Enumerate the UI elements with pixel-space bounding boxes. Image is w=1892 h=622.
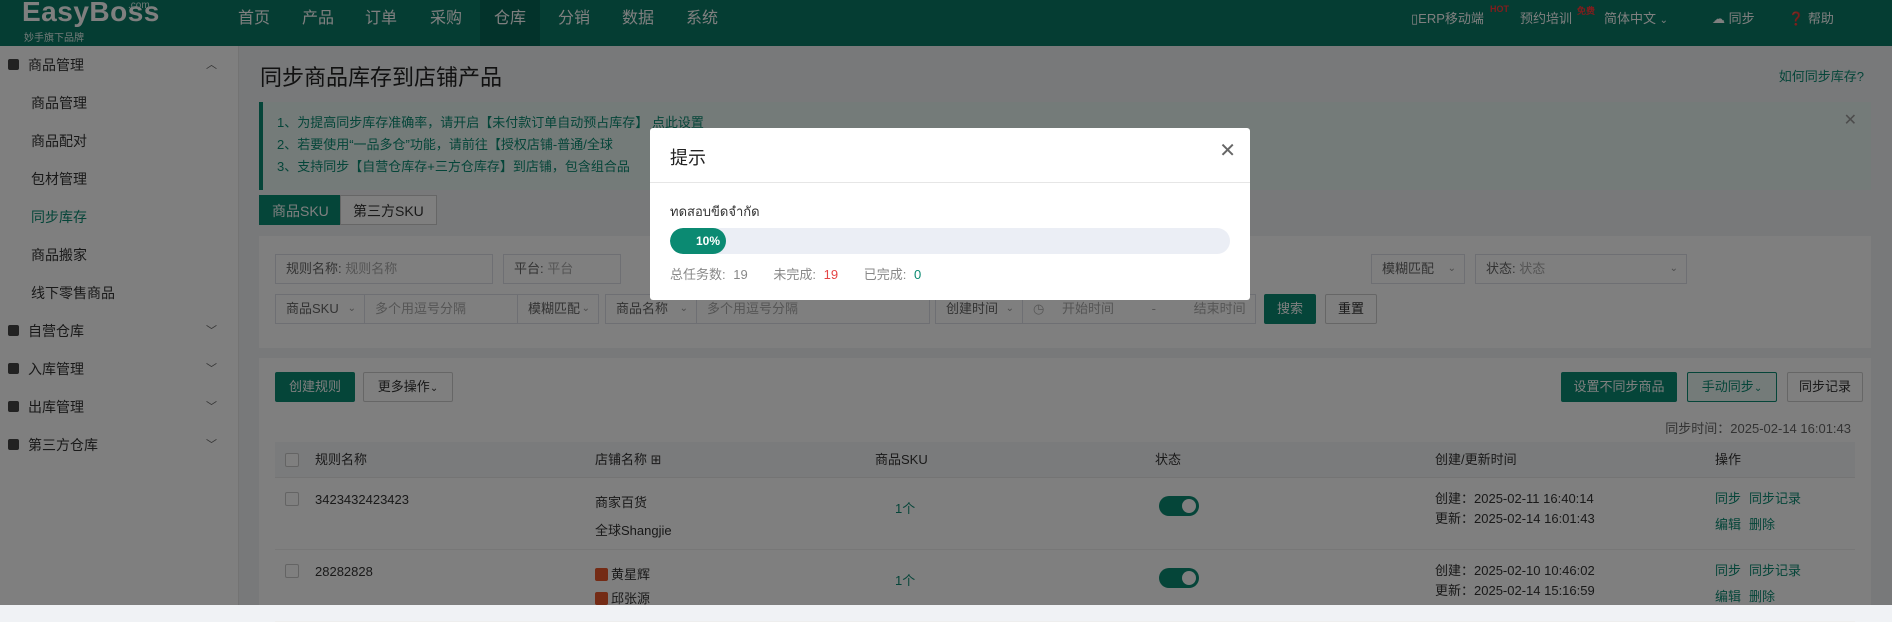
progress-dialog: 提示 ✕ ทดสอบขีดจำกัด 10% 总任务数: 19 未完成: 19 …: [650, 128, 1250, 300]
total-count: 19: [733, 267, 748, 282]
task-stats: 总任务数: 19 未完成: 19 已完成: 0: [670, 264, 925, 283]
pending-count: 19: [823, 267, 839, 282]
pending-label: 未完成:: [773, 267, 816, 282]
dialog-message: ทดสอบขีดจำกัด: [670, 204, 760, 219]
done-count: 0: [913, 267, 922, 282]
progress-bar: 10%: [670, 228, 1230, 254]
progress-fill: 10%: [670, 228, 726, 254]
close-icon[interactable]: ✕: [1219, 138, 1236, 163]
progress-label: 10%: [695, 234, 720, 248]
total-label: 总任务数:: [670, 267, 726, 282]
modal-overlay[interactable]: [0, 0, 1892, 605]
done-label: 已完成:: [863, 267, 907, 282]
divider: [650, 182, 1250, 183]
dialog-title: 提示: [670, 148, 706, 168]
